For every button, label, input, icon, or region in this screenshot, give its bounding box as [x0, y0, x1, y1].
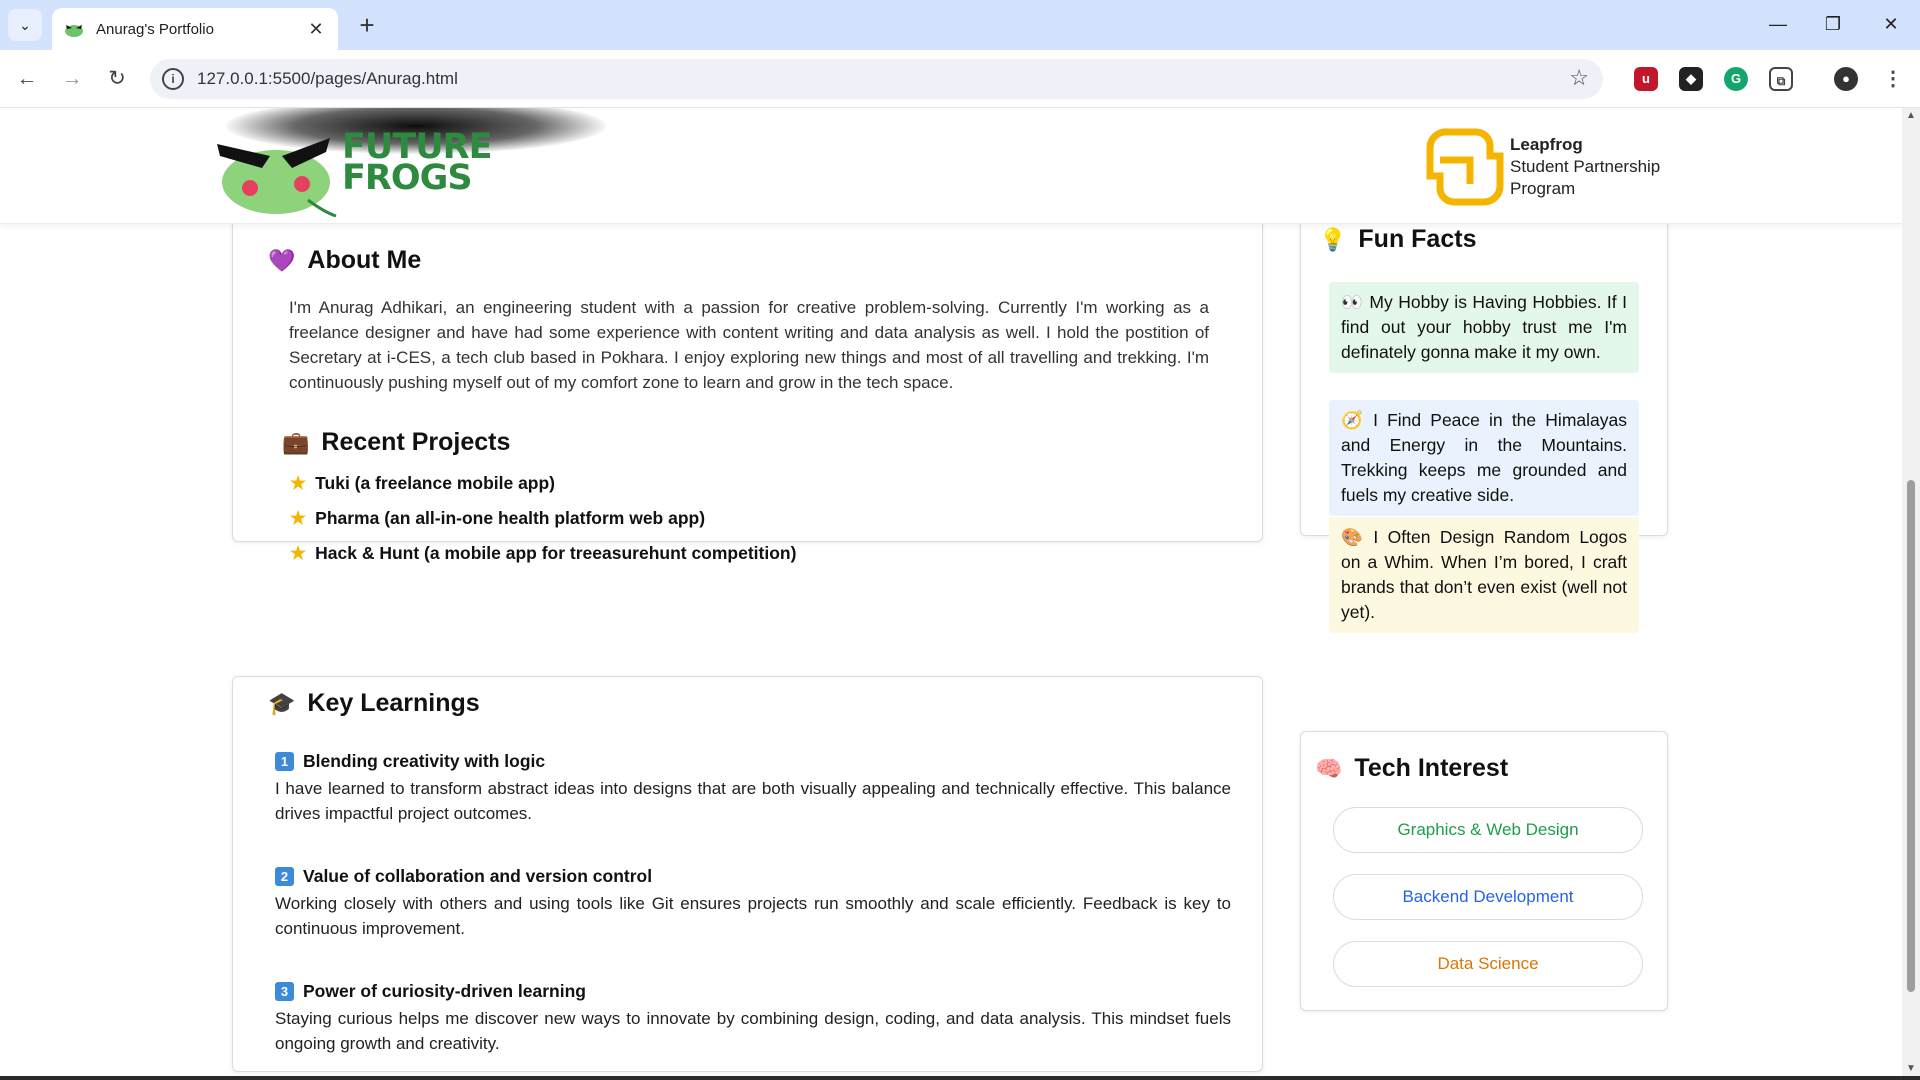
number-1-icon: 1: [275, 752, 294, 771]
about-title: About Me: [307, 246, 422, 274]
eyes-icon: 👀: [1341, 292, 1364, 312]
grammarly-extension-icon[interactable]: G: [1724, 67, 1748, 91]
frog-mascot-icon: [217, 138, 337, 218]
scroll-up-icon[interactable]: ▲: [1906, 110, 1916, 121]
number-3-icon: 3: [275, 982, 294, 1001]
tech-pill-graphics[interactable]: Graphics & Web Design: [1333, 807, 1643, 853]
key-learnings-card: 🎓 Key Learnings 1 Blending creativity wi…: [232, 676, 1263, 1072]
site-info-icon[interactable]: i: [162, 68, 184, 90]
tech-pill-label: Data Science: [1437, 954, 1539, 973]
taskbar-edge: [0, 1076, 1920, 1080]
back-icon[interactable]: ←: [11, 63, 43, 95]
restore-icon[interactable]: ❐: [1810, 8, 1856, 40]
about-heading: 💜 About Me: [268, 246, 421, 275]
graduation-cap-icon: 🎓: [268, 690, 296, 716]
tech-pill-label: Graphics & Web Design: [1397, 820, 1579, 839]
tech-interest-title: Tech Interest: [1354, 754, 1509, 782]
logo-wordmark: FUTURE FROGS: [342, 130, 492, 198]
active-tab[interactable]: Anurag's Portfolio ✕: [52, 8, 338, 50]
fun-fact-item: 🎨 I Often Design Random Logos on a Whim. …: [1329, 517, 1639, 633]
briefcase-icon: 💼: [282, 429, 310, 455]
extensions-puzzle-icon[interactable]: ⧉: [1769, 67, 1793, 91]
bookmark-star-icon[interactable]: ☆: [1569, 65, 1589, 91]
new-tab-button[interactable]: +: [352, 10, 382, 40]
tab-search-button[interactable]: ⌄: [8, 9, 42, 41]
learning-title-text: Value of collaboration and version contr…: [303, 866, 653, 886]
fun-fact-text: My Hobby is Having Hobbies. If I find ou…: [1341, 292, 1627, 362]
star-icon: ★: [290, 473, 307, 493]
compass-icon: 🧭: [1341, 410, 1368, 430]
ublock-extension-icon[interactable]: u: [1634, 67, 1658, 91]
learning-title: 1 Blending creativity with logic: [275, 751, 545, 772]
learning-text: Staying curious helps me discover new wa…: [275, 1009, 1231, 1053]
frog-favicon-icon: [65, 25, 83, 37]
lightbulb-icon: 💡: [1319, 226, 1347, 252]
page-scrollbar[interactable]: ▲ ▼: [1902, 108, 1920, 1080]
future-frogs-logo[interactable]: FUTURE FROGS: [212, 108, 606, 218]
learning-title-text: Blending creativity with logic: [303, 751, 546, 771]
forward-icon[interactable]: →: [56, 63, 88, 95]
learning-title-text: Power of curiosity-driven learning: [303, 981, 586, 1001]
url-text[interactable]: 127.0.0.1:5500/pages/Anurag.html: [197, 69, 458, 89]
project-label: Pharma (an all-in-one health platform we…: [315, 508, 706, 528]
minimize-icon[interactable]: —: [1755, 8, 1801, 40]
close-window-icon[interactable]: ✕: [1868, 8, 1914, 40]
project-label: Tuki (a freelance mobile app): [315, 473, 556, 493]
leapfrog-subtitle-2: Program: [1510, 179, 1576, 198]
project-item: ★ Tuki (a freelance mobile app): [290, 473, 555, 494]
brain-icon: 🧠: [1315, 755, 1343, 781]
project-item: ★ Pharma (an all-in-one health platform …: [290, 508, 705, 529]
learning-text: I have learned to transform abstract ide…: [275, 779, 1231, 823]
profile-avatar[interactable]: ●: [1834, 67, 1858, 91]
fun-fact-item: 👀 My Hobby is Having Hobbies. If I find o…: [1329, 282, 1639, 373]
tab-strip: ⌄ Anurag's Portfolio ✕ + — ❐ ✕: [0, 0, 1920, 50]
project-label: Hack & Hunt (a mobile app for treeasureh…: [315, 543, 797, 563]
project-item: ★ Hack & Hunt (a mobile app for treeasur…: [290, 543, 796, 564]
logo-line-2: FROGS: [342, 158, 473, 198]
scroll-down-icon[interactable]: ▼: [1906, 1063, 1916, 1074]
close-tab-icon[interactable]: ✕: [306, 19, 326, 40]
leapfrog-logo-icon[interactable]: [1418, 126, 1508, 208]
tab-title: Anurag's Portfolio: [96, 20, 214, 38]
learning-title: 3 Power of curiosity-driven learning: [275, 981, 586, 1002]
page-viewport: FUTURE FROGS Leapfrog Student Partnershi…: [0, 108, 1902, 1080]
purple-heart-icon: 💜: [268, 247, 296, 273]
browser-toolbar: ← → ↻ i 127.0.0.1:5500/pages/Anurag.html…: [0, 50, 1920, 108]
menu-kebab-icon[interactable]: ⋮: [1881, 67, 1905, 91]
star-icon: ★: [290, 508, 307, 528]
reload-icon[interactable]: ↻: [101, 63, 133, 95]
learning-title: 2 Value of collaboration and version con…: [275, 866, 652, 887]
fun-fact-item: 🧭 I Find Peace in the Himalayas and Energ…: [1329, 400, 1639, 516]
number-2-icon: 2: [275, 867, 294, 886]
projects-heading: 💼 Recent Projects: [282, 428, 510, 457]
leapfrog-program-text: Leapfrog Student Partnership Program: [1510, 134, 1660, 200]
about-text: I'm Anurag Adhikari, an engineering stud…: [289, 298, 1209, 392]
key-learnings-title: Key Learnings: [307, 689, 480, 717]
fun-facts-heading: 💡 Fun Facts: [1319, 225, 1476, 254]
address-bar[interactable]: i 127.0.0.1:5500/pages/Anurag.html ☆: [150, 59, 1603, 99]
key-learnings-heading: 🎓 Key Learnings: [268, 689, 480, 718]
learning-text: Working closely with others and using to…: [275, 894, 1231, 938]
fun-fact-text: I Find Peace in the Himalayas and Energy…: [1341, 410, 1627, 505]
leapfrog-title: Leapfrog: [1510, 135, 1583, 154]
tech-interest-card: 🧠 Tech Interest Graphics & Web Design Ba…: [1300, 731, 1668, 1011]
dark-extension-icon[interactable]: ◆: [1679, 67, 1703, 91]
tech-pill-label: Backend Development: [1402, 887, 1574, 906]
site-header: FUTURE FROGS Leapfrog Student Partnershi…: [0, 108, 1902, 224]
tech-pill-backend[interactable]: Backend Development: [1333, 874, 1643, 920]
tech-interest-heading: 🧠 Tech Interest: [1315, 754, 1508, 783]
tech-pill-data-science[interactable]: Data Science: [1333, 941, 1643, 987]
leapfrog-subtitle-1: Student Partnership: [1510, 157, 1661, 176]
scrollbar-thumb[interactable]: [1907, 480, 1915, 992]
fun-facts-title: Fun Facts: [1358, 225, 1477, 253]
palette-icon: 🎨: [1341, 527, 1368, 547]
fun-fact-text: I Often Design Random Logos on a Whim. W…: [1341, 527, 1627, 622]
star-icon: ★: [290, 543, 307, 563]
projects-title: Recent Projects: [321, 428, 511, 456]
